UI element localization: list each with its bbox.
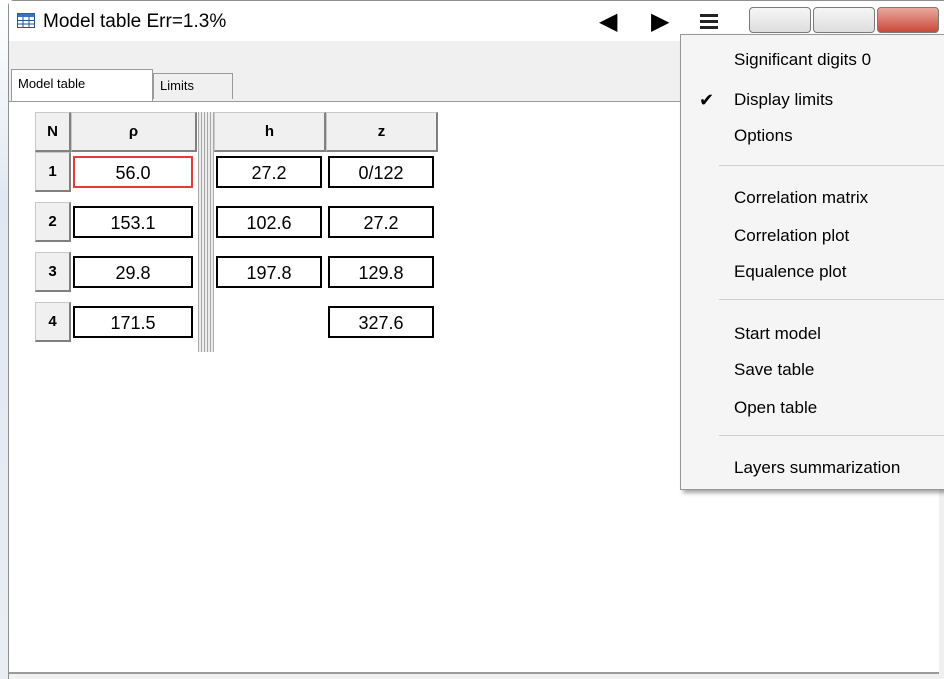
menu-item-save-table[interactable]: Save table bbox=[681, 355, 944, 385]
cell-h-value[interactable]: 27.2 bbox=[216, 156, 322, 188]
table-icon bbox=[17, 13, 35, 28]
cell-h-value[interactable]: 102.6 bbox=[216, 206, 322, 238]
table-cell[interactable]: 56.0 bbox=[71, 152, 197, 192]
cell-z-value[interactable]: 129.8 bbox=[328, 256, 434, 288]
tab-limits[interactable]: Limits bbox=[153, 73, 233, 99]
table-cell[interactable]: 27.2 bbox=[214, 152, 326, 192]
row-number: 2 bbox=[35, 202, 71, 242]
context-menu: Significant digits 0 ✔ Display limits Op… bbox=[680, 34, 944, 490]
hamburger-menu-icon[interactable] bbox=[699, 11, 719, 31]
table-cell[interactable]: 29.8 bbox=[71, 252, 197, 292]
column-header-rho[interactable]: ρ bbox=[71, 112, 197, 152]
table-cell[interactable]: 171.5 bbox=[71, 302, 197, 342]
menu-item-layers-summarization[interactable]: Layers summarization bbox=[681, 453, 944, 483]
close-button[interactable] bbox=[877, 7, 939, 33]
row-number: 1 bbox=[35, 152, 71, 192]
menu-item-display-limits[interactable]: ✔ Display limits bbox=[681, 85, 944, 115]
row-number: 3 bbox=[35, 252, 71, 292]
table-cell[interactable]: 327.6 bbox=[326, 302, 438, 342]
menu-item-significant-digits[interactable]: Significant digits 0 bbox=[681, 45, 944, 75]
cell-rho-value[interactable]: 56.0 bbox=[73, 156, 193, 188]
triangle-left-icon[interactable]: ◀ bbox=[599, 7, 617, 37]
menu-item-options[interactable]: Options bbox=[681, 121, 944, 151]
checkmark-icon: ✔ bbox=[699, 90, 715, 110]
table-cell[interactable]: 197.8 bbox=[214, 252, 326, 292]
column-header-n[interactable]: N bbox=[35, 112, 71, 152]
cell-rho-value[interactable]: 171.5 bbox=[73, 306, 193, 338]
menu-item-start-model[interactable]: Start model bbox=[681, 319, 944, 349]
table-cell[interactable]: 129.8 bbox=[326, 252, 438, 292]
cell-rho-value[interactable]: 29.8 bbox=[73, 256, 193, 288]
table-cell[interactable]: 102.6 bbox=[214, 202, 326, 242]
menu-item-equalence-plot[interactable]: Equalence plot bbox=[681, 257, 944, 287]
cell-h-value[interactable]: 197.8 bbox=[216, 256, 322, 288]
menu-item-correlation-matrix[interactable]: Correlation matrix bbox=[681, 183, 944, 213]
column-header-z[interactable]: z bbox=[326, 112, 438, 152]
table-cell[interactable]: 0/122 bbox=[326, 152, 438, 192]
cell-rho-value[interactable]: 153.1 bbox=[73, 206, 193, 238]
table-cell[interactable]: 27.2 bbox=[326, 202, 438, 242]
column-header-h[interactable]: h bbox=[214, 112, 326, 152]
desktop-background bbox=[0, 0, 8, 679]
window-title: Model table Err=1.3% bbox=[43, 11, 227, 32]
menu-item-open-table[interactable]: Open table bbox=[681, 393, 944, 423]
menu-item-correlation-plot[interactable]: Correlation plot bbox=[681, 221, 944, 251]
tab-model-table[interactable]: Model table bbox=[11, 69, 153, 101]
menu-separator bbox=[719, 299, 944, 300]
triangle-right-icon[interactable]: ▶ bbox=[651, 7, 669, 37]
row-number: 4 bbox=[35, 302, 71, 342]
cell-z-value[interactable]: 0/122 bbox=[328, 156, 434, 188]
cell-z-value[interactable]: 27.2 bbox=[328, 206, 434, 238]
column-splitter[interactable] bbox=[198, 112, 214, 352]
menu-separator bbox=[719, 165, 944, 166]
minimize-button[interactable] bbox=[749, 7, 811, 33]
maximize-button[interactable] bbox=[813, 7, 875, 33]
menu-item-label: Display limits bbox=[734, 90, 834, 109]
cell-z-value[interactable]: 327.6 bbox=[328, 306, 434, 338]
table-cell[interactable]: 153.1 bbox=[71, 202, 197, 242]
menu-separator bbox=[719, 435, 944, 436]
